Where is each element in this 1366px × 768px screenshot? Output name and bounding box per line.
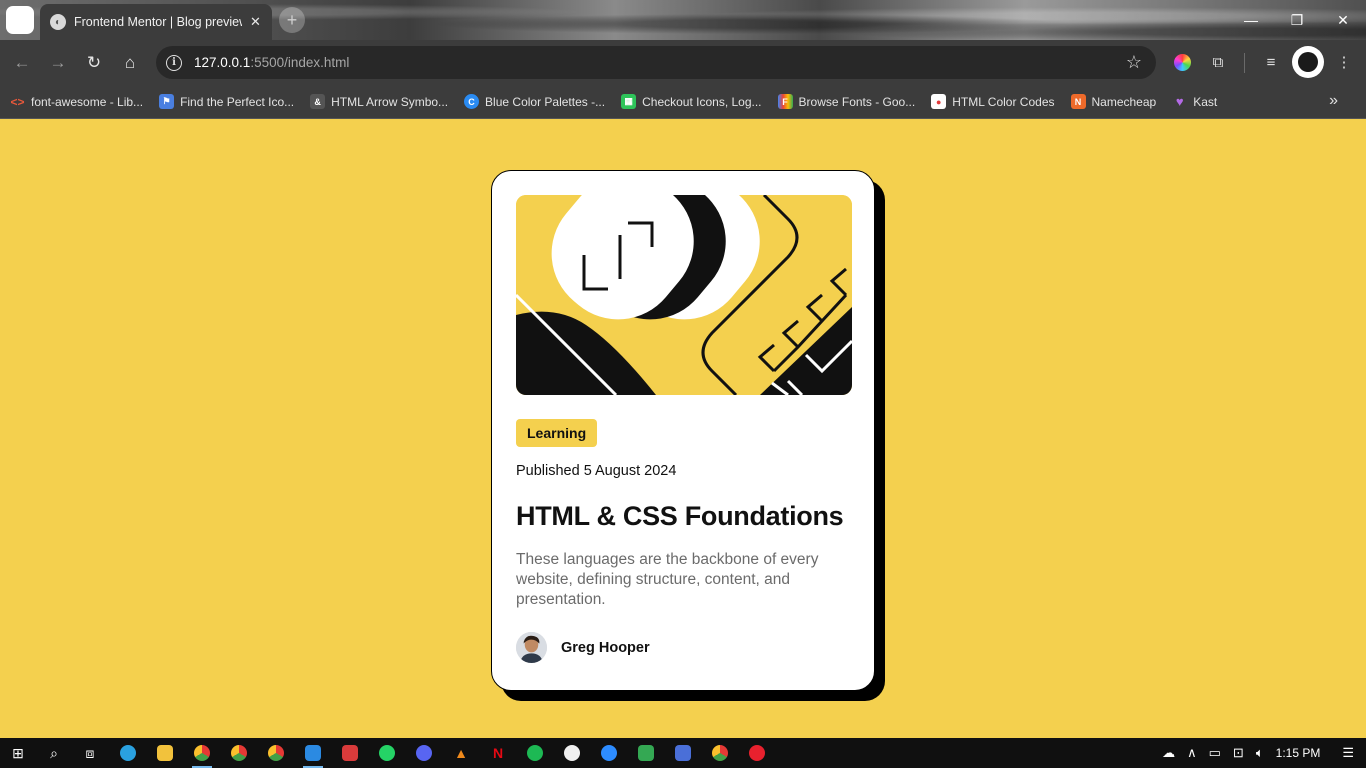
forward-arrow-icon[interactable]: →: [44, 49, 72, 77]
bookmark-label: HTML Arrow Symbo...: [331, 94, 449, 109]
url-host: 127.0.0.1: [194, 55, 251, 70]
site-info-icon[interactable]: i: [166, 54, 182, 71]
browser-tab-active[interactable]: ◐ Frontend Mentor | Blog preview ✕: [40, 4, 272, 40]
bookmarks-bar: <> font-awesome - Lib... ⚑ Find the Perf…: [0, 85, 1366, 119]
opera-icon[interactable]: [745, 741, 769, 765]
close-window-icon[interactable]: ✕: [1320, 0, 1366, 40]
media-control-icon[interactable]: ≡: [1259, 50, 1283, 74]
itunes-icon[interactable]: [560, 741, 584, 765]
edge-browser-icon[interactable]: [116, 741, 140, 765]
home-icon[interactable]: ⌂: [116, 49, 144, 77]
meet-icon[interactable]: [634, 741, 658, 765]
browser-profile-icon[interactable]: [6, 6, 34, 34]
bookmark-item[interactable]: ● HTML Color Codes: [931, 94, 1055, 109]
bookmark-label: Checkout Icons, Log...: [642, 94, 762, 109]
card-title[interactable]: HTML & CSS Foundations: [516, 501, 850, 532]
bookmark-star-icon[interactable]: ☆: [1126, 52, 1142, 73]
bookmark-label: font-awesome - Lib...: [31, 94, 144, 109]
chrome-icon[interactable]: [190, 741, 214, 768]
bookmark-item[interactable]: ♥ Kast: [1172, 94, 1217, 109]
bookmark-label: Blue Color Palettes -...: [485, 94, 606, 109]
file-explorer-icon[interactable]: [153, 741, 177, 765]
address-bar[interactable]: i 127.0.0.1:5500/index.html ☆: [156, 46, 1156, 79]
color-drop-icon: ●: [931, 94, 947, 109]
notifications-icon[interactable]: ☰: [1342, 745, 1354, 761]
grid-icon: ▦: [621, 94, 637, 109]
author-name: Greg Hooper: [561, 639, 650, 656]
system-tray: ☁ ∧ ▭ ⊡ 🔈︎ 1:15 PM ☰: [1162, 738, 1366, 768]
category-tag: Learning: [516, 419, 598, 447]
browser-toolbar: ← → ↻ ⌂ i 127.0.0.1:5500/index.html ☆ ⧉ …: [0, 40, 1366, 85]
author-avatar: [516, 632, 547, 663]
windows-start-icon[interactable]: ⊞: [6, 741, 30, 765]
back-arrow-icon[interactable]: ←: [8, 49, 36, 77]
color-picker-extension-icon[interactable]: [1170, 50, 1194, 74]
browser-menu-icon[interactable]: ⋮: [1332, 50, 1356, 74]
show-hidden-icons-chevron-icon[interactable]: ∧: [1187, 745, 1197, 761]
bookmark-item[interactable]: C Blue Color Palettes -...: [464, 94, 605, 109]
author-row: Greg Hooper: [516, 632, 850, 663]
browser-tab-strip: ◐ Frontend Mentor | Blog preview ✕ + — ❐…: [0, 0, 1366, 40]
entity-icon: &: [310, 94, 326, 109]
figma-icon[interactable]: [338, 741, 362, 765]
discord-icon[interactable]: [412, 741, 436, 765]
bookmark-item[interactable]: F Browse Fonts - Goo...: [777, 94, 916, 109]
bookmark-item[interactable]: <> font-awesome - Lib...: [10, 94, 143, 109]
vlc-icon[interactable]: ▲: [449, 741, 473, 765]
zoom-icon[interactable]: [597, 741, 621, 765]
vscode-icon[interactable]: [301, 741, 325, 768]
window-controls: — ❐ ✕: [1228, 0, 1366, 40]
more-bookmarks-icon[interactable]: »: [1329, 92, 1338, 110]
spotify-icon[interactable]: [523, 741, 547, 765]
chrome-profile-2-icon[interactable]: [264, 741, 288, 765]
tab-title: Frontend Mentor | Blog preview: [74, 15, 242, 29]
published-date: Published 5 August 2024: [516, 463, 677, 479]
chrome-profile-3-icon[interactable]: [708, 741, 732, 765]
url-text[interactable]: 127.0.0.1:5500/index.html: [194, 55, 349, 70]
frontend-mentor-favicon-icon: ◐: [50, 14, 66, 30]
profile-avatar[interactable]: [1292, 46, 1324, 78]
blog-illustration: [516, 195, 852, 395]
bookmark-item[interactable]: N Namecheap: [1070, 94, 1157, 109]
bookmark-item[interactable]: ▦ Checkout Icons, Log...: [621, 94, 762, 109]
extensions-puzzle-icon[interactable]: ⧉: [1206, 50, 1230, 74]
blog-card-wrapper: Learning Published 5 August 2024 HTML & …: [491, 170, 885, 701]
battery-icon[interactable]: ▭: [1209, 745, 1221, 761]
bookmark-label: Kast: [1193, 94, 1218, 109]
netflix-icon[interactable]: N: [486, 741, 510, 765]
toolbar-divider: [1244, 53, 1245, 73]
task-view-icon[interactable]: ⧈: [78, 741, 102, 765]
reload-icon[interactable]: ↻: [80, 49, 108, 77]
kast-icon: ♥: [1175, 94, 1184, 109]
calendar-icon[interactable]: [671, 741, 695, 765]
bookmark-label: Browse Fonts - Goo...: [798, 94, 916, 109]
restore-icon[interactable]: ❐: [1274, 0, 1320, 40]
flag-icon: ⚑: [159, 94, 175, 109]
whatsapp-icon[interactable]: [375, 741, 399, 765]
bookmark-item[interactable]: ⚑ Find the Perfect Ico...: [159, 94, 294, 109]
bookmark-label: Find the Perfect Ico...: [180, 94, 295, 109]
taskbar-clock[interactable]: 1:15 PM: [1276, 746, 1321, 760]
chrome-profile-icon[interactable]: [227, 741, 251, 765]
card-description: These languages are the backbone of ever…: [516, 551, 819, 608]
bookmark-label: HTML Color Codes: [952, 94, 1055, 109]
network-icon[interactable]: ⊡: [1233, 745, 1244, 761]
circle-c-icon: C: [464, 94, 480, 109]
url-path: :5500/index.html: [250, 55, 350, 70]
namecheap-icon: N: [1070, 94, 1086, 109]
windows-taskbar: ⊞ ⌕ ⧈ ▲ N ☁ ∧ ▭ ⊡ 🔈︎ 1:15 PM ☰: [0, 738, 1366, 768]
bookmark-label: Namecheap: [1091, 94, 1157, 109]
volume-icon[interactable]: 🔈︎: [1256, 745, 1264, 761]
minimize-icon[interactable]: —: [1228, 0, 1274, 40]
blog-preview-card[interactable]: Learning Published 5 August 2024 HTML & …: [491, 170, 875, 691]
close-tab-icon[interactable]: ✕: [250, 14, 261, 30]
search-icon[interactable]: ⌕: [42, 741, 66, 765]
bookmark-item[interactable]: & HTML Arrow Symbo...: [310, 94, 448, 109]
new-tab-button[interactable]: +: [279, 7, 305, 33]
fonts-icon: F: [777, 94, 793, 109]
weather-icon[interactable]: ☁: [1162, 745, 1175, 761]
code-icon: <>: [10, 94, 25, 109]
page-viewport: Learning Published 5 August 2024 HTML & …: [0, 120, 1366, 738]
